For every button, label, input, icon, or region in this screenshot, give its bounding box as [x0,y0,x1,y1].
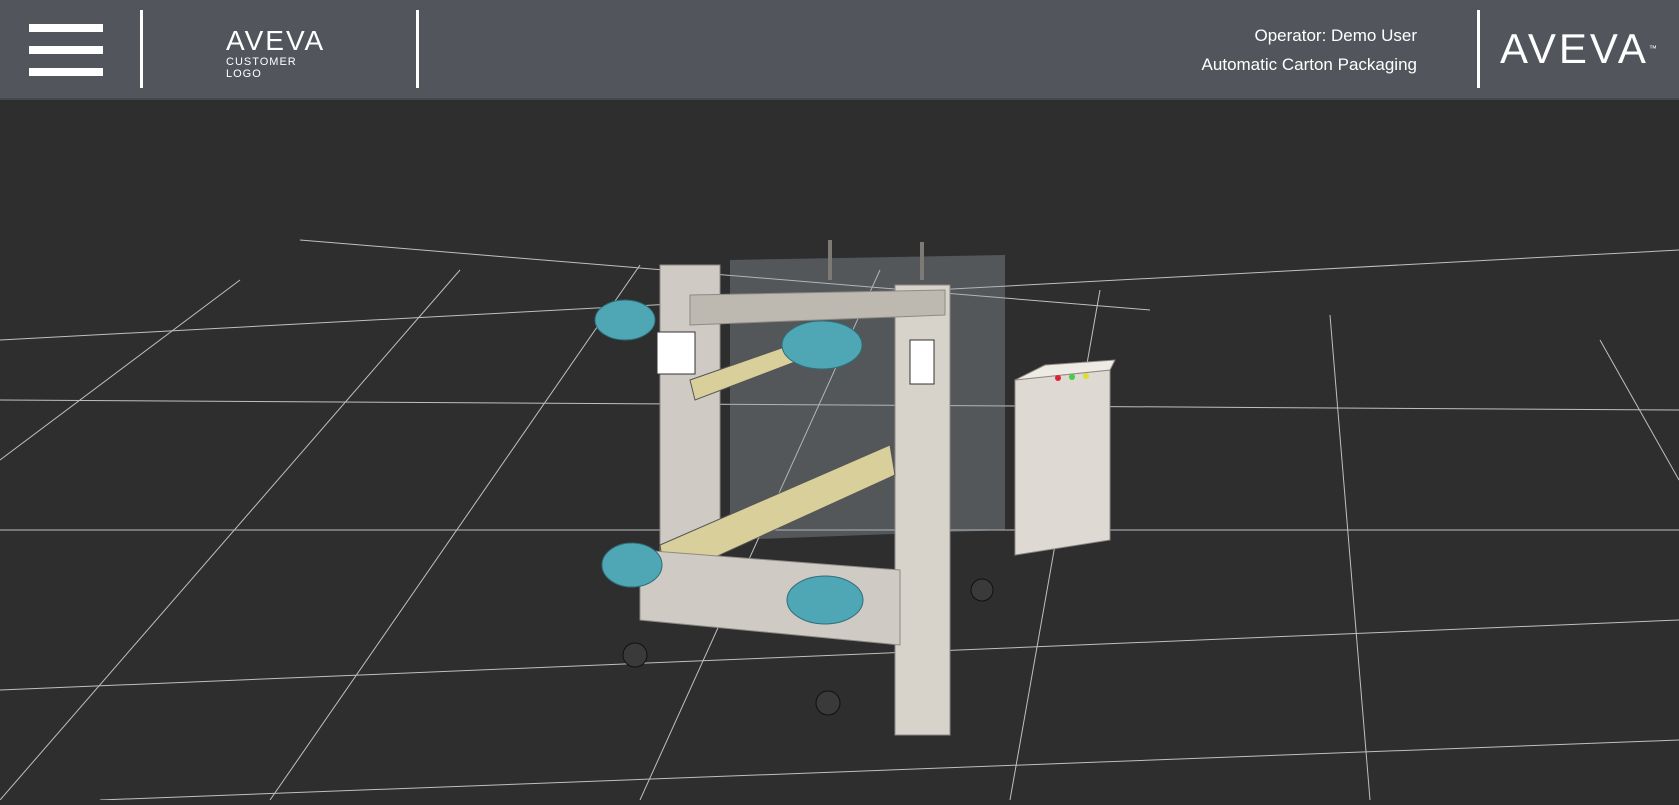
top-bar: AVEVA CUSTOMER LOGO Operator: Demo User … [0,0,1679,100]
3d-viewport[interactable] [0,100,1679,801]
process-name: Automatic Carton Packaging [1201,55,1417,74]
carton-packaging-machine [594,240,1116,736]
3d-scene[interactable] [0,100,1679,801]
customer-logo: AVEVA CUSTOMER LOGO [226,25,326,81]
hamburger-menu-icon[interactable] [29,24,103,76]
divider [416,10,419,88]
operator-label: Operator: Demo User [1254,26,1418,45]
divider [1477,10,1480,88]
aveva-logo: AVEVA™ [1500,25,1660,72]
divider [140,10,143,88]
